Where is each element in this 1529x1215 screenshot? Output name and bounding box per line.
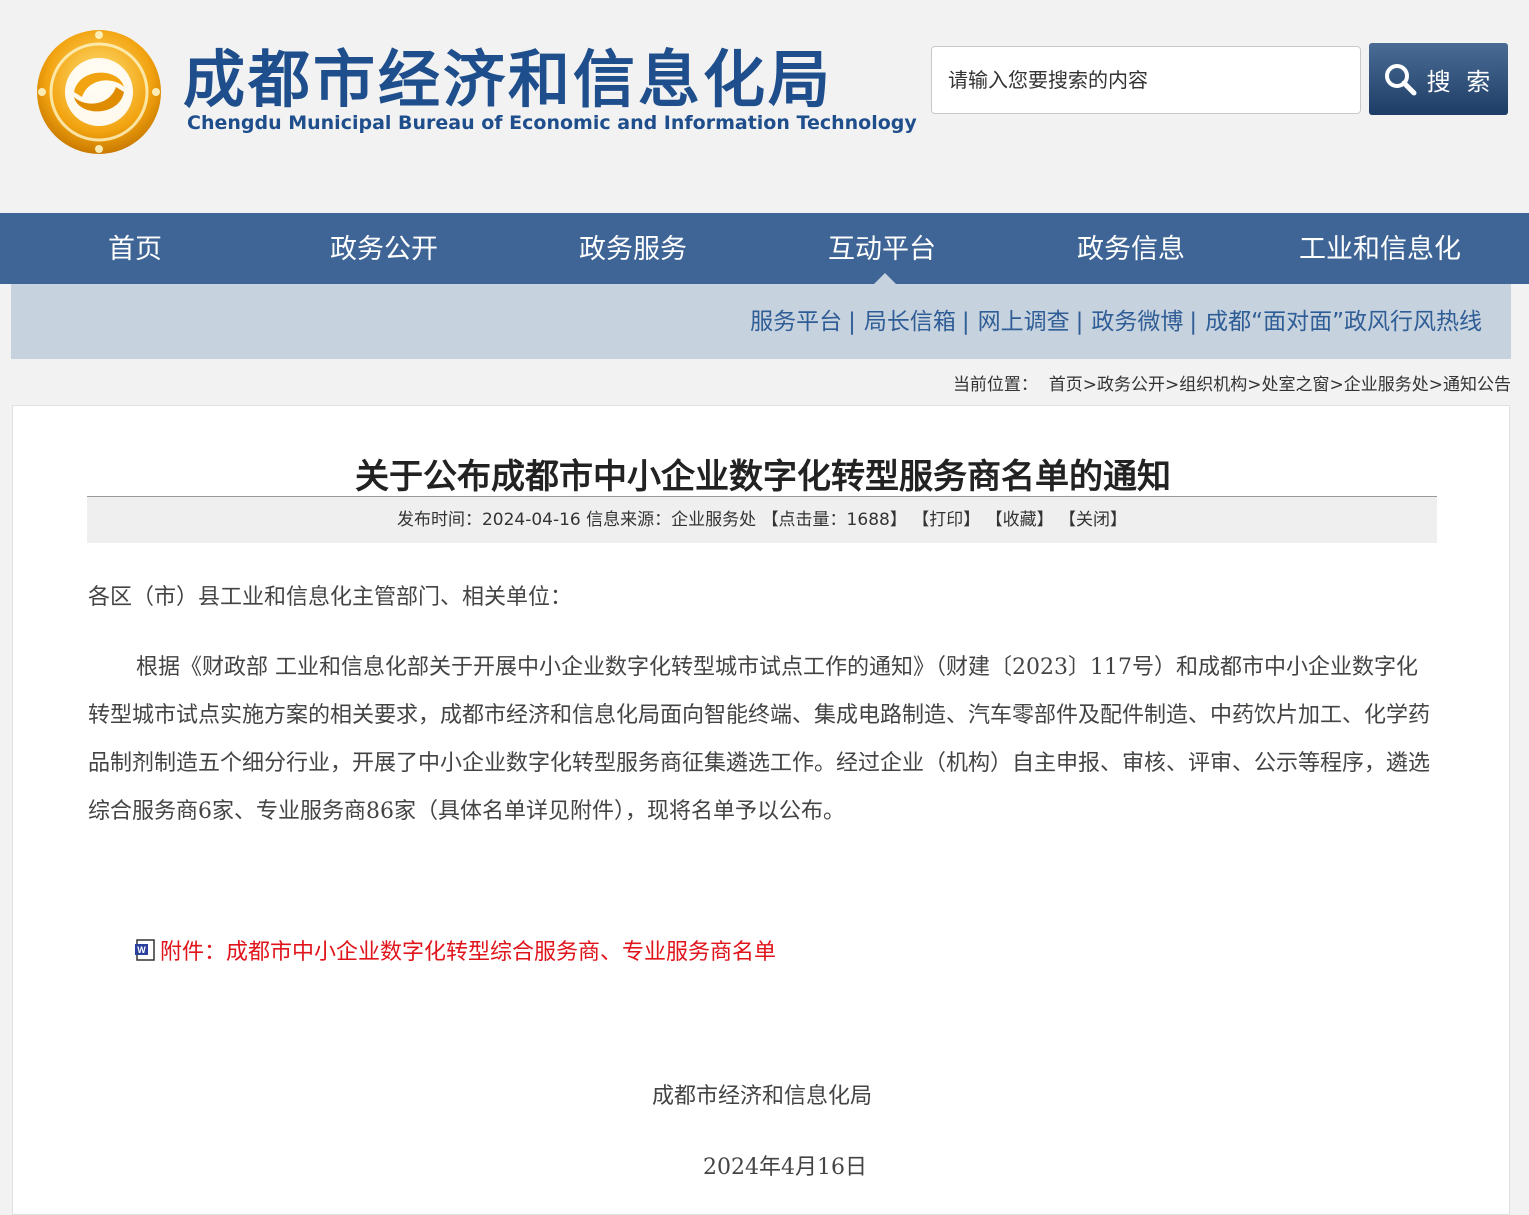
breadcrumb-item[interactable]: 处室之窗 xyxy=(1262,375,1330,395)
breadcrumb-separator: > xyxy=(1247,375,1262,395)
main-nav: 首页 政务公开 政务服务 互动平台 政务信息 工业和信息化 xyxy=(0,213,1529,284)
nav-item-gov-info[interactable]: 政务信息 xyxy=(1056,213,1206,284)
breadcrumb-item[interactable]: 首页 xyxy=(1049,375,1083,395)
subnav-gov-weibo[interactable]: 政务微博 xyxy=(1091,309,1183,335)
breadcrumb-item[interactable]: 通知公告 xyxy=(1443,375,1511,395)
breadcrumb-item[interactable]: 组织机构 xyxy=(1179,375,1247,395)
search-button-label: 搜 索 xyxy=(1426,67,1495,96)
search-icon xyxy=(1384,64,1417,96)
breadcrumb-item[interactable]: 政务公开 xyxy=(1097,375,1165,395)
nav-item-home[interactable]: 首页 xyxy=(60,213,210,284)
article-paragraph: 根据《财政部 工业和信息化部关于开展中小企业数字化转型城市试点工作的通知》（财建… xyxy=(88,655,1431,824)
subnav-hotline[interactable]: 成都“面对面”政风行风热线 xyxy=(1205,309,1482,335)
attachment-link[interactable]: W 附件：成都市中小企业数字化转型综合服务商、专业服务商名单 xyxy=(134,934,776,966)
attachment-label: 附件：成都市中小企业数字化转型综合服务商、专业服务商名单 xyxy=(160,940,777,965)
publish-date: 2024-04-16 xyxy=(481,510,581,530)
article-signature: 成都市经济和信息化局 xyxy=(651,1084,872,1109)
subnav-separator: | xyxy=(848,309,856,335)
breadcrumb-prefix: 当前位置： xyxy=(952,375,1038,395)
article-salutation: 各区（市）县工业和信息化主管部门、相关单位： xyxy=(88,585,573,610)
subnav-director-mailbox[interactable]: 局长信箱 xyxy=(864,309,956,335)
article-date: 2024年4月16日 xyxy=(703,1155,867,1180)
subnav-separator: | xyxy=(961,309,970,335)
breadcrumb-separator: > xyxy=(1165,375,1180,395)
nav-item-industry-it[interactable]: 工业和信息化 xyxy=(1290,213,1470,284)
breadcrumb-separator: > xyxy=(1428,375,1443,395)
article-title: 关于公布成都市中小企业数字化转型服务商名单的通知 xyxy=(355,457,1171,497)
search-button[interactable]: 搜 索 xyxy=(1369,43,1508,115)
publish-time-label: 发布时间： xyxy=(396,510,482,530)
source-value: 企业服务处 xyxy=(671,510,757,530)
nav-item-gov-affairs-open[interactable]: 政务公开 xyxy=(309,213,459,284)
breadcrumb-separator: > xyxy=(1082,375,1097,395)
search-input[interactable] xyxy=(931,46,1361,114)
subnav-online-survey[interactable]: 网上调查 xyxy=(978,309,1070,335)
favorite-link[interactable]: 【收藏】 xyxy=(986,510,1054,530)
subnav-separator: | xyxy=(1189,309,1198,335)
breadcrumb-item[interactable]: 企业服务处 xyxy=(1344,375,1429,395)
breadcrumb-separator: > xyxy=(1329,375,1344,395)
close-link[interactable]: 【关闭】 xyxy=(1059,510,1127,530)
source-label: 信息来源： xyxy=(586,510,672,530)
bureau-emblem-logo xyxy=(37,30,161,154)
site-title-cn: 成都市经济和信息化局 xyxy=(183,43,834,116)
print-link[interactable]: 【打印】 xyxy=(912,510,980,530)
subnav-service-platform[interactable]: 服务平台 xyxy=(750,309,842,335)
article-meta-bar: 发布时间：2024-04-16 信息来源：企业服务处 【点击量：1688】 【打… xyxy=(87,496,1437,543)
svg-text:W: W xyxy=(137,945,146,955)
breadcrumb: 当前位置： 首页>政务公开>组织机构>处室之窗>企业服务处>通知公告 xyxy=(953,370,1511,395)
nav-item-gov-services[interactable]: 政务服务 xyxy=(558,213,708,284)
subnav-separator: | xyxy=(1075,309,1084,335)
click-count: 【点击量：1688】 xyxy=(761,510,907,530)
sub-nav: 服务平台 | 局长信箱 | 网上调查 | 政务微博 | 成都“面对面”政风行风热线 xyxy=(11,284,1511,359)
article-container: 关于公布成都市中小企业数字化转型服务商名单的通知 发布时间：2024-04-16… xyxy=(12,405,1510,1215)
site-title-en: Chengdu Municipal Bureau of Economic and… xyxy=(187,112,917,134)
word-document-icon: W xyxy=(135,939,155,961)
site-header: 成都市经济和信息化局 Chengdu Municipal Bureau of E… xyxy=(0,0,1529,213)
